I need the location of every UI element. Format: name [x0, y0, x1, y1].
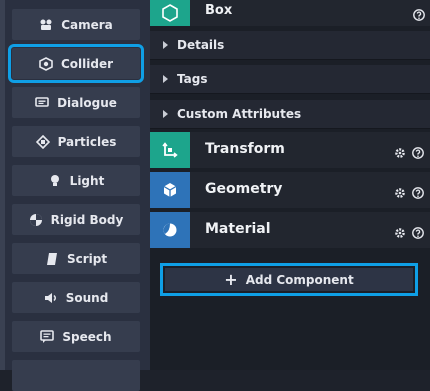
section-tags[interactable]: Tags [150, 65, 430, 94]
rigid-body-icon [29, 213, 43, 227]
menu-item-label: Dialogue [57, 95, 117, 110]
expand-triangle-icon [163, 110, 168, 118]
particles-icon [35, 134, 50, 149]
hexagon-icon [150, 0, 190, 26]
component-title: Material [205, 221, 271, 237]
add-component-highlight: + Add Component [160, 263, 418, 296]
menu-item-partial[interactable] [12, 360, 140, 391]
help-icon[interactable] [412, 144, 424, 159]
menu-item-collider[interactable]: Collider [8, 44, 144, 83]
speech-icon [40, 329, 55, 344]
menu-item-label: Speech [62, 329, 112, 344]
menu-item-rigid-body[interactable]: Rigid Body [12, 204, 140, 235]
camera-icon [39, 18, 53, 32]
properties-panel: Box Details Tags Custom Attributes Trans… [150, 0, 430, 370]
menu-item-label: Camera [61, 17, 113, 32]
menu-item-label: Script [66, 251, 108, 266]
menu-item-label: Rigid Body [50, 212, 124, 227]
component-title: Transform [205, 141, 285, 157]
material-icon [150, 212, 190, 248]
expand-triangle-icon [163, 41, 168, 49]
transform-icon [150, 132, 190, 168]
help-icon[interactable] [412, 184, 424, 199]
section-custom-attributes[interactable]: Custom Attributes [150, 100, 430, 129]
component-material[interactable]: Material [150, 212, 430, 248]
add-component-label: Add Component [245, 272, 354, 287]
menu-item-sound[interactable]: Sound [12, 282, 140, 313]
menu-item-dialogue[interactable]: Dialogue [12, 87, 140, 118]
geometry-icon [150, 172, 190, 208]
help-icon[interactable] [412, 224, 424, 239]
component-transform[interactable]: Transform [150, 132, 430, 168]
menu-item-script[interactable]: Script [12, 243, 140, 274]
script-icon [45, 252, 59, 266]
plus-icon: + [224, 270, 238, 289]
collider-icon [39, 56, 53, 71]
menu-item-label: Collider [60, 56, 114, 71]
component-title: Geometry [205, 181, 283, 197]
gear-icon[interactable] [394, 224, 406, 238]
menu-item-label: Sound [65, 290, 109, 305]
menu-item-camera[interactable]: Camera [12, 9, 140, 40]
menu-item-speech[interactable]: Speech [12, 321, 140, 352]
menu-item-label: Light [69, 173, 105, 188]
section-label: Details [177, 38, 225, 52]
menu-item-particles[interactable]: Particles [12, 126, 140, 157]
menu-item-label: Particles [57, 134, 117, 149]
help-icon[interactable] [413, 6, 425, 21]
menu-item-light[interactable]: Light [12, 165, 140, 196]
dialogue-icon [35, 96, 49, 110]
entity-header: Box [150, 0, 430, 26]
component-geometry[interactable]: Geometry [150, 172, 430, 208]
sound-icon [44, 291, 58, 305]
section-details[interactable]: Details [150, 31, 430, 60]
gear-icon[interactable] [394, 144, 406, 158]
expand-triangle-icon [163, 75, 168, 83]
section-label: Tags [177, 72, 208, 86]
light-icon [48, 174, 62, 188]
add-component-button[interactable]: + Add Component [165, 268, 413, 291]
section-label: Custom Attributes [177, 107, 302, 121]
component-menu: Camera Collider Dialogue Particles Light… [0, 0, 150, 391]
gear-icon[interactable] [394, 184, 406, 198]
entity-title: Box [205, 3, 233, 18]
